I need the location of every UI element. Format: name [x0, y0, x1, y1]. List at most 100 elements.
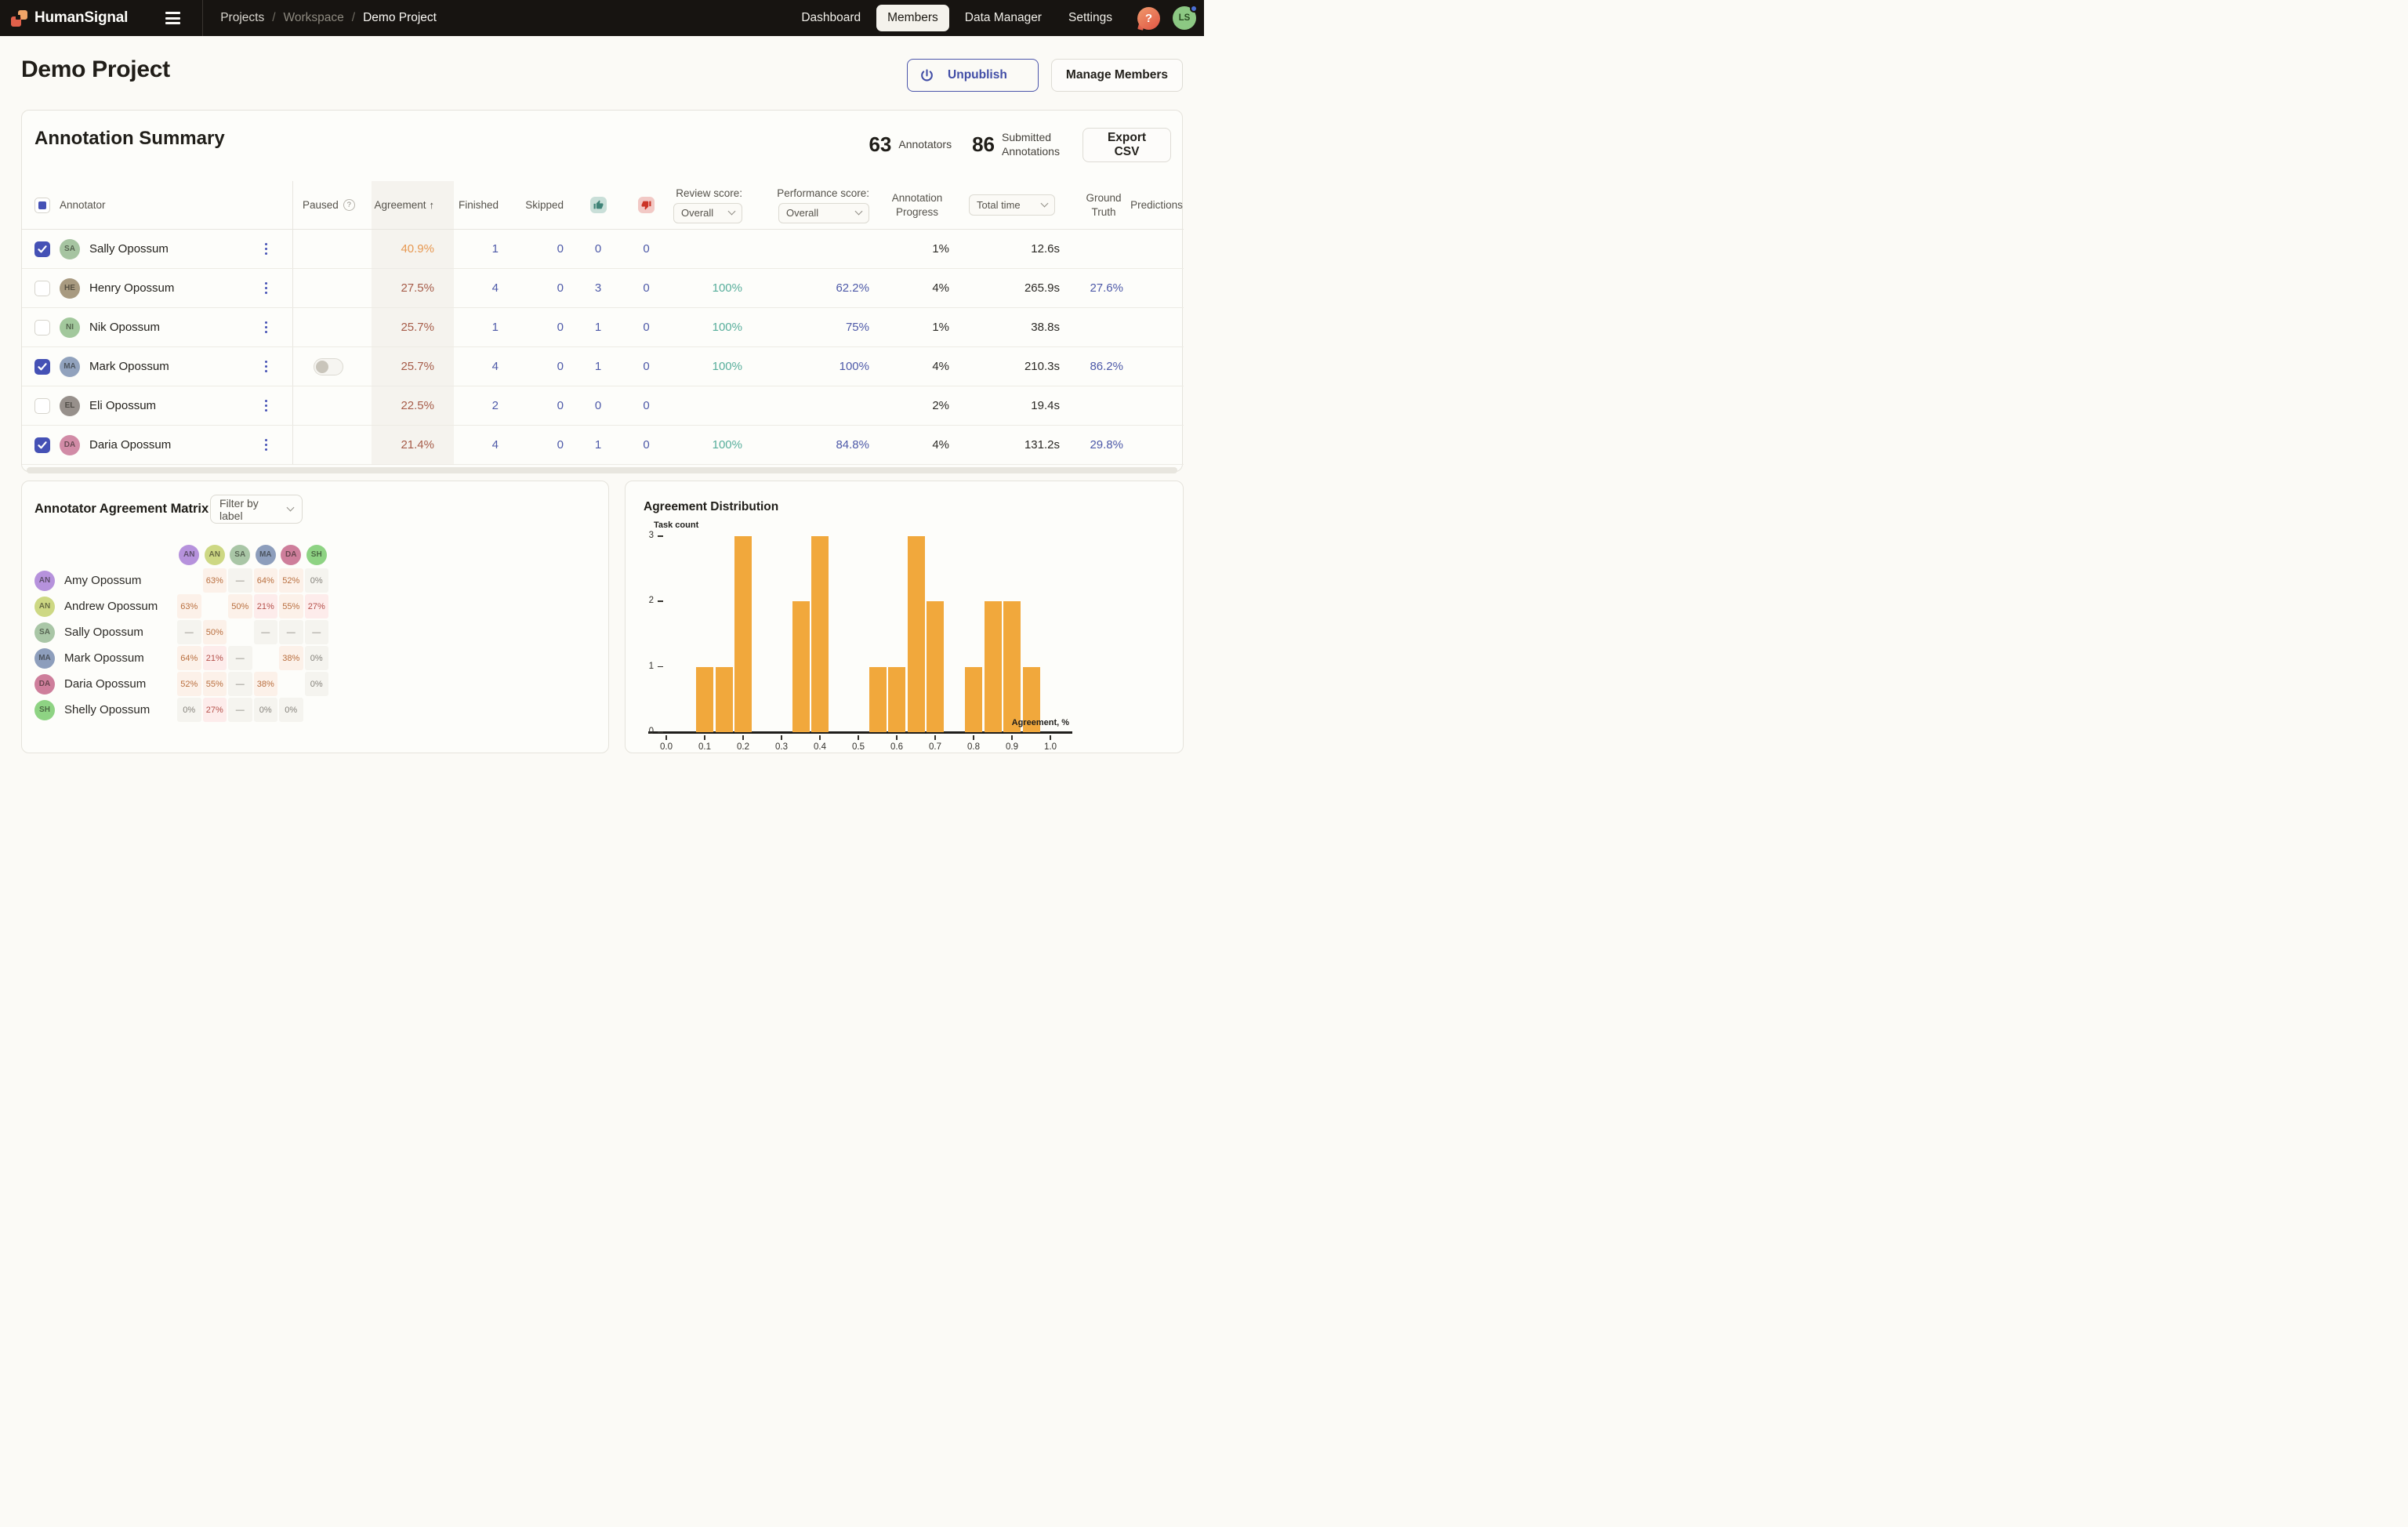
review-score-cell: 100% — [667, 426, 749, 464]
annotator-avatar: HE — [60, 278, 80, 299]
select-all-checkbox[interactable] — [34, 198, 50, 213]
nav-right: DashboardMembersData ManagerSettings ? L… — [790, 5, 1196, 31]
breadcrumb-item-projects[interactable]: Projects — [220, 11, 264, 25]
row-checkbox[interactable] — [34, 359, 50, 375]
skipped-header[interactable]: Skipped — [505, 181, 571, 229]
performance-score-select[interactable]: Overall — [778, 203, 869, 223]
x-tick-label: 0.3 — [768, 742, 795, 752]
breadcrumb: Projects/Workspace/Demo Project — [220, 11, 437, 25]
ground-truth-header: Ground Truth — [1067, 181, 1130, 229]
row-checkbox[interactable] — [34, 437, 50, 453]
matrix-column-header: AN — [202, 542, 228, 568]
finished-header[interactable]: Finished — [454, 181, 505, 229]
matrix-cell: 64% — [254, 568, 278, 593]
breadcrumb-item-demo-project[interactable]: Demo Project — [363, 11, 437, 25]
breadcrumb-item-workspace[interactable]: Workspace — [284, 11, 344, 25]
annotator-name: Eli Opossum — [89, 399, 156, 412]
manage-members-button[interactable]: Manage Members — [1051, 59, 1183, 92]
export-csv-button[interactable]: Export CSV — [1083, 128, 1171, 162]
predictions-cell — [1130, 347, 1184, 386]
thumbs-down-cell: 0 — [626, 308, 667, 346]
matrix-column-header: MA — [253, 542, 279, 568]
row-menu-icon[interactable] — [262, 318, 271, 337]
row-menu-icon[interactable] — [262, 279, 271, 298]
x-tick-label: 0.9 — [999, 742, 1025, 752]
hamburger-menu-icon[interactable] — [161, 7, 185, 29]
pause-toggle[interactable] — [314, 358, 343, 375]
nav-item-dashboard[interactable]: Dashboard — [790, 5, 872, 31]
thumbs-up-header[interactable] — [571, 181, 626, 229]
help-question-glyph: ? — [1145, 12, 1152, 25]
review-score-select[interactable]: Overall — [673, 203, 742, 223]
matrix-cell: 21% — [254, 594, 278, 618]
total-time-select[interactable]: Total time — [969, 194, 1055, 216]
x-tick-mark — [1011, 735, 1013, 740]
annotator-name: Andrew Opossum — [64, 600, 158, 613]
row-checkbox[interactable] — [34, 241, 50, 257]
matrix-row-label-shelly-opossum: SHShelly Opossum — [34, 700, 176, 720]
brand-logo[interactable]: HumanSignal — [11, 9, 128, 27]
histogram-bar — [1003, 601, 1021, 732]
y-tick-mark — [658, 600, 663, 602]
row-menu-icon[interactable] — [262, 240, 271, 259]
filter-by-label-select[interactable]: Filter by label — [210, 495, 303, 524]
help-icon[interactable]: ? — [1137, 7, 1160, 30]
y-tick-label: 2 — [626, 596, 654, 605]
matrix-cell: — — [254, 620, 278, 644]
ground-truth-cell: 86.2% — [1067, 347, 1130, 386]
performance-score-label: Performance score: — [777, 187, 869, 199]
row-checkbox[interactable] — [34, 281, 50, 296]
matrix-cell: — — [279, 620, 303, 644]
x-tick-mark — [665, 735, 667, 740]
total-time-cell: 38.8s — [957, 308, 1067, 346]
matrix-row-label-amy-opossum: ANAmy Opossum — [34, 571, 176, 591]
row-menu-icon[interactable] — [262, 357, 271, 376]
x-tick-label: 0.1 — [691, 742, 718, 752]
matrix-row-label-sally-opossum: SASally Opossum — [34, 622, 176, 643]
nav-item-data-manager[interactable]: Data Manager — [954, 5, 1053, 31]
annotator-avatar: DA — [60, 435, 80, 455]
matrix-cell: 50% — [228, 594, 252, 618]
performance-score-cell — [749, 230, 876, 268]
horizontal-scrollbar[interactable] — [27, 467, 1177, 473]
matrix-cell: 55% — [279, 594, 303, 618]
annotator-avatar: SH — [306, 545, 327, 565]
agreement-header[interactable]: Agreement ↑ — [372, 181, 454, 229]
annotator-avatar: SA — [34, 622, 55, 643]
nav-items: DashboardMembersData ManagerSettings — [790, 5, 1123, 31]
nav-item-settings[interactable]: Settings — [1057, 5, 1123, 31]
top-nav: HumanSignal Projects/Workspace/Demo Proj… — [0, 0, 1204, 36]
stat-label: Annotators — [898, 138, 952, 152]
review-score-cell — [667, 386, 749, 425]
matrix-row-label-daria-opossum: DADaria Opossum — [34, 674, 176, 695]
row-checkbox[interactable] — [34, 398, 50, 414]
unpublish-button[interactable]: Unpublish — [907, 59, 1039, 92]
row-checkbox[interactable] — [34, 320, 50, 336]
user-avatar[interactable]: LS — [1173, 6, 1196, 30]
annotator-avatar: AN — [34, 571, 55, 591]
total-time-cell: 265.9s — [957, 269, 1067, 307]
total-time-cell: 210.3s — [957, 347, 1067, 386]
nav-item-members[interactable]: Members — [876, 5, 949, 31]
skipped-cell: 0 — [505, 230, 571, 268]
x-tick-label: 1.0 — [1037, 742, 1064, 752]
paused-help-icon[interactable]: ? — [343, 199, 355, 211]
page-title: Demo Project — [21, 56, 170, 83]
row-menu-icon[interactable] — [262, 436, 271, 455]
x-tick-mark — [742, 735, 744, 740]
matrix-cell: 52% — [279, 568, 303, 593]
paused-cell — [292, 426, 372, 464]
thumbs-down-header[interactable] — [626, 181, 667, 229]
agreement-matrix-card: Annotator Agreement Matrix Filter by lab… — [21, 481, 609, 753]
matrix-cell — [203, 594, 227, 618]
matrix-cell: — — [228, 672, 252, 696]
matrix-cell — [279, 672, 303, 696]
row-menu-icon[interactable] — [262, 397, 271, 415]
matrix-cell: 0% — [305, 568, 329, 593]
annotator-avatar: MA — [60, 357, 80, 377]
annotator-avatar: DA — [281, 545, 301, 565]
histogram-bar — [869, 667, 887, 732]
annotator-avatar: DA — [34, 674, 55, 695]
paused-cell — [292, 269, 372, 307]
annotator-avatar: SA — [60, 239, 80, 259]
